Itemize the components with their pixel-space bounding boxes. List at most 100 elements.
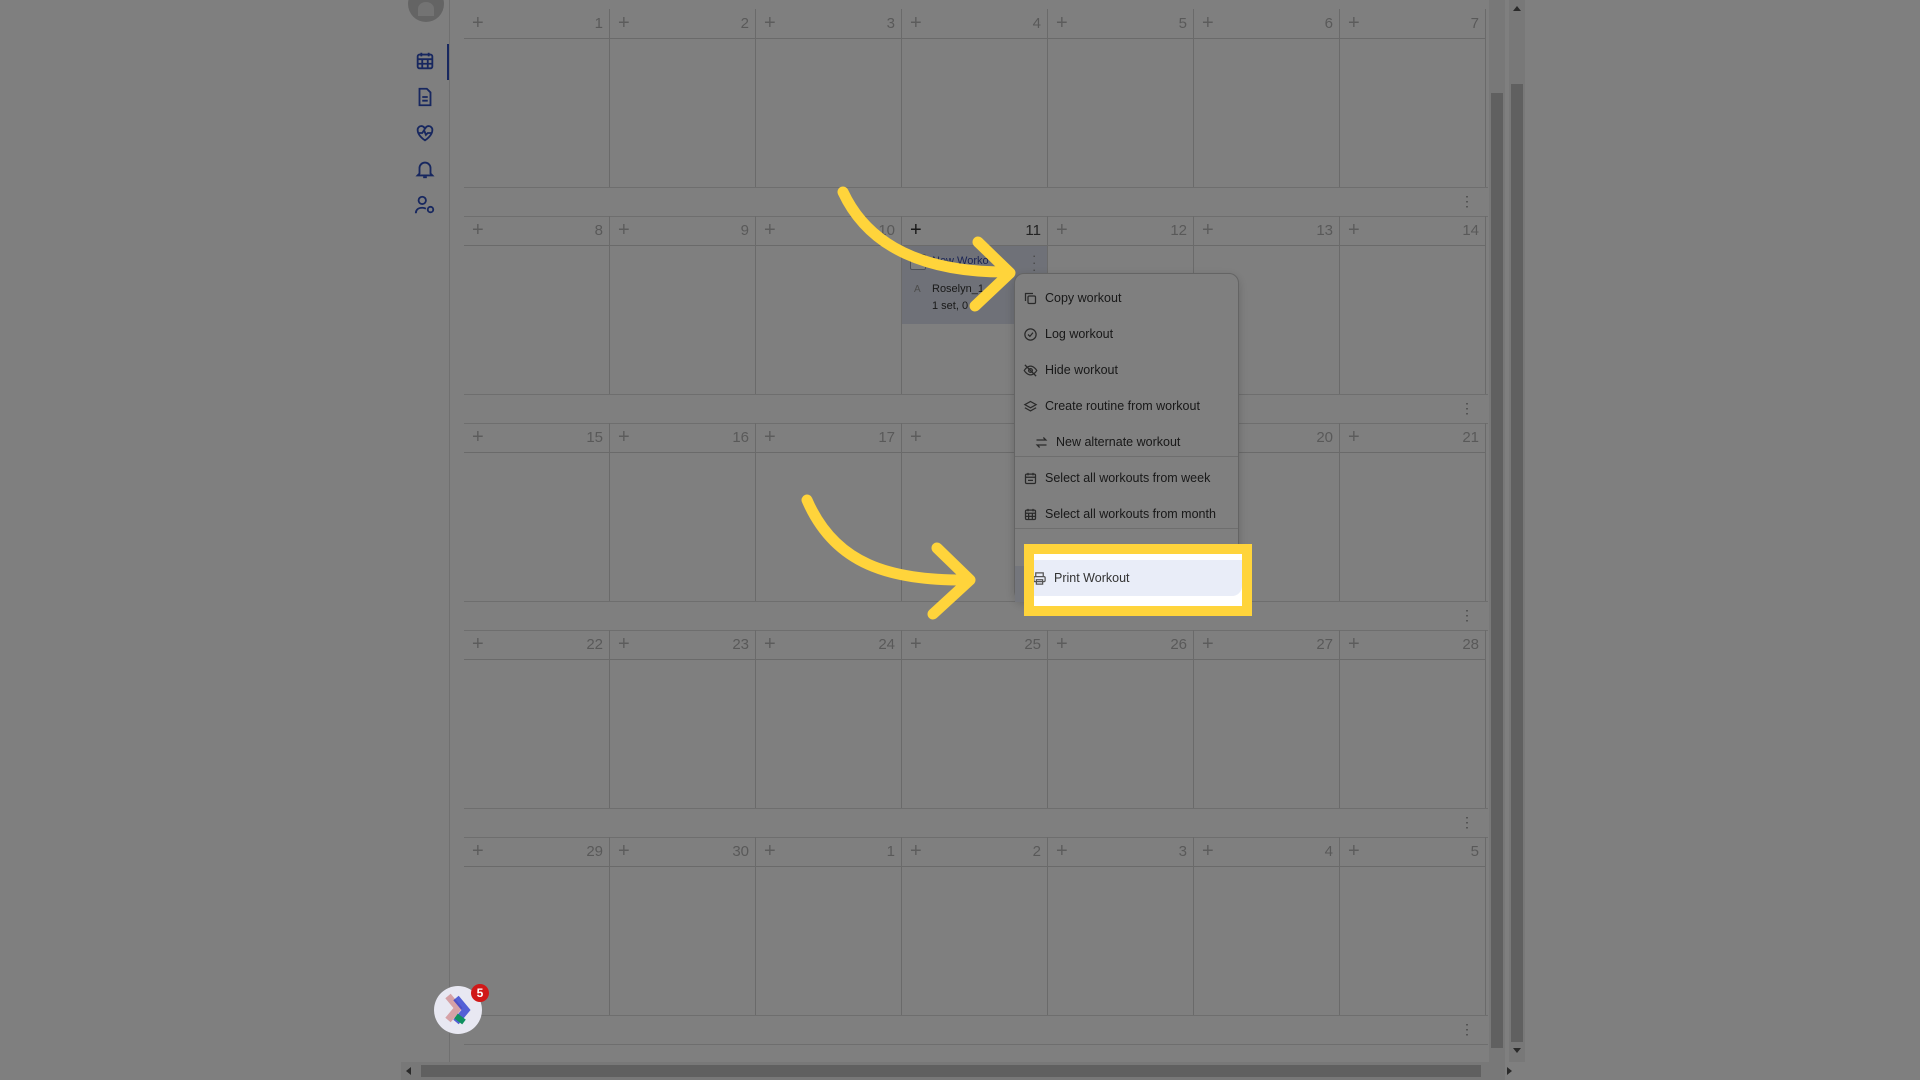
- add-workout-button[interactable]: +: [472, 13, 484, 33]
- day-body[interactable]: [1340, 453, 1485, 602]
- calendar-day-cell[interactable]: +10: [756, 216, 902, 395]
- week-options-button[interactable]: ⋮: [1460, 194, 1474, 208]
- add-workout-button[interactable]: +: [1348, 634, 1360, 654]
- add-workout-button[interactable]: +: [1202, 841, 1214, 861]
- add-workout-button[interactable]: +: [472, 841, 484, 861]
- scroll-right-arrow[interactable]: [1507, 1067, 1512, 1075]
- day-body[interactable]: [756, 39, 901, 188]
- sidebar-item-notifications[interactable]: [413, 157, 437, 181]
- calendar-day-cell[interactable]: +26: [1048, 630, 1194, 809]
- calendar-day-cell[interactable]: +25: [902, 630, 1048, 809]
- workout-options-button[interactable]: · · ·: [1032, 249, 1036, 276]
- menu-item-create-routine-from-workout[interactable]: Create routine from workout: [1015, 388, 1238, 424]
- calendar-day-cell[interactable]: +4: [902, 9, 1048, 188]
- calendar-day-cell[interactable]: +14: [1340, 216, 1486, 395]
- add-workout-button[interactable]: +: [618, 634, 630, 654]
- day-body[interactable]: [1340, 660, 1485, 809]
- calendar-day-cell[interactable]: +5: [1048, 9, 1194, 188]
- add-workout-button[interactable]: +: [1056, 13, 1068, 33]
- day-body[interactable]: [1048, 39, 1193, 188]
- day-body[interactable]: [1340, 39, 1485, 188]
- day-body[interactable]: [1194, 39, 1339, 188]
- calendar-day-cell[interactable]: +30: [610, 837, 756, 1016]
- add-workout-button[interactable]: +: [764, 841, 776, 861]
- calendar-day-cell[interactable]: +17: [756, 423, 902, 602]
- calendar-day-cell[interactable]: +21: [1340, 423, 1486, 602]
- add-workout-button[interactable]: +: [1056, 634, 1068, 654]
- sidebar-item-user-settings[interactable]: [413, 193, 437, 217]
- workout-title[interactable]: New Worko: [932, 255, 989, 267]
- add-workout-button[interactable]: +: [910, 427, 922, 447]
- add-workout-button[interactable]: +: [472, 220, 484, 240]
- add-workout-button[interactable]: +: [472, 634, 484, 654]
- add-workout-button[interactable]: +: [1348, 220, 1360, 240]
- day-body[interactable]: [902, 39, 1047, 188]
- calendar-day-cell[interactable]: +1: [464, 9, 610, 188]
- add-workout-button[interactable]: +: [618, 427, 630, 447]
- calendar-day-cell[interactable]: +15: [464, 423, 610, 602]
- calendar-day-cell[interactable]: +27: [1194, 630, 1340, 809]
- day-body[interactable]: [1048, 660, 1193, 809]
- add-workout-button[interactable]: +: [472, 427, 484, 447]
- calendar-day-cell[interactable]: +2: [902, 837, 1048, 1016]
- horizontal-scroll-thumb[interactable]: [421, 1065, 1481, 1077]
- menu-item-select-all-workouts-from-month[interactable]: Select all workouts from month: [1015, 496, 1238, 532]
- calendar-day-cell[interactable]: +5: [1340, 837, 1486, 1016]
- calendar-day-cell[interactable]: +23: [610, 630, 756, 809]
- sidebar-item-health[interactable]: [413, 121, 437, 145]
- menu-item-copy-workout[interactable]: Copy workout: [1015, 280, 1238, 316]
- day-body[interactable]: [610, 453, 755, 602]
- calendar-day-cell[interactable]: +22: [464, 630, 610, 809]
- day-body[interactable]: [756, 246, 901, 395]
- outer-scroll-thumb[interactable]: [1511, 84, 1523, 1042]
- add-workout-button[interactable]: +: [618, 13, 630, 33]
- calendar-day-cell[interactable]: +4: [1194, 837, 1340, 1016]
- calendar-day-cell[interactable]: +3: [756, 9, 902, 188]
- scroll-down-arrow[interactable]: [1513, 1048, 1521, 1053]
- week-options-button[interactable]: ⋮: [1460, 401, 1474, 415]
- add-workout-button[interactable]: +: [910, 634, 922, 654]
- week-options-button[interactable]: ⋮: [1460, 815, 1474, 829]
- add-workout-button[interactable]: +: [1056, 220, 1068, 240]
- calendar-day-cell[interactable]: +28: [1340, 630, 1486, 809]
- add-workout-button[interactable]: +: [618, 841, 630, 861]
- add-workout-button[interactable]: +: [910, 13, 922, 33]
- day-body[interactable]: [464, 246, 609, 395]
- add-workout-button[interactable]: +: [764, 427, 776, 447]
- sidebar-item-calendar[interactable]: [413, 49, 437, 73]
- add-workout-button[interactable]: +: [764, 634, 776, 654]
- day-body[interactable]: [1194, 867, 1339, 1016]
- day-body[interactable]: [610, 660, 755, 809]
- add-workout-button[interactable]: +: [1202, 13, 1214, 33]
- day-body[interactable]: [756, 453, 901, 602]
- calendar-day-cell[interactable]: +3: [1048, 837, 1194, 1016]
- calendar-day-cell[interactable]: +7: [1340, 9, 1486, 188]
- calendar-day-cell[interactable]: +16: [610, 423, 756, 602]
- scroll-left-arrow[interactable]: [406, 1067, 411, 1075]
- add-workout-button[interactable]: +: [910, 220, 922, 240]
- add-workout-button[interactable]: +: [618, 220, 630, 240]
- sidebar-item-documents[interactable]: [413, 85, 437, 109]
- inner-vertical-scrollbar[interactable]: [1489, 0, 1505, 1062]
- day-body[interactable]: [610, 39, 755, 188]
- inner-scroll-thumb[interactable]: [1491, 93, 1503, 1048]
- day-body[interactable]: [1194, 660, 1339, 809]
- week-options-button[interactable]: ⋮: [1460, 1022, 1474, 1036]
- horizontal-scrollbar[interactable]: [401, 1062, 1512, 1080]
- add-workout-button[interactable]: +: [1202, 634, 1214, 654]
- calendar-day-cell[interactable]: +24: [756, 630, 902, 809]
- scroll-up-arrow[interactable]: [1513, 6, 1521, 11]
- day-body[interactable]: [902, 867, 1047, 1016]
- menu-item-hide-workout[interactable]: Hide workout: [1015, 352, 1238, 388]
- add-workout-button[interactable]: +: [1056, 841, 1068, 861]
- day-body[interactable]: [610, 246, 755, 395]
- day-body[interactable]: [610, 867, 755, 1016]
- outer-vertical-scrollbar[interactable]: [1509, 0, 1525, 1062]
- add-workout-button[interactable]: +: [1348, 427, 1360, 447]
- calendar-day-cell[interactable]: +1: [756, 837, 902, 1016]
- workout-checkbox[interactable]: [910, 254, 926, 270]
- calendar-day-cell[interactable]: +9: [610, 216, 756, 395]
- menu-item-select-all-workouts-from-week[interactable]: Select all workouts from week: [1015, 460, 1238, 496]
- calendar-day-cell[interactable]: +6: [1194, 9, 1340, 188]
- add-workout-button[interactable]: +: [910, 841, 922, 861]
